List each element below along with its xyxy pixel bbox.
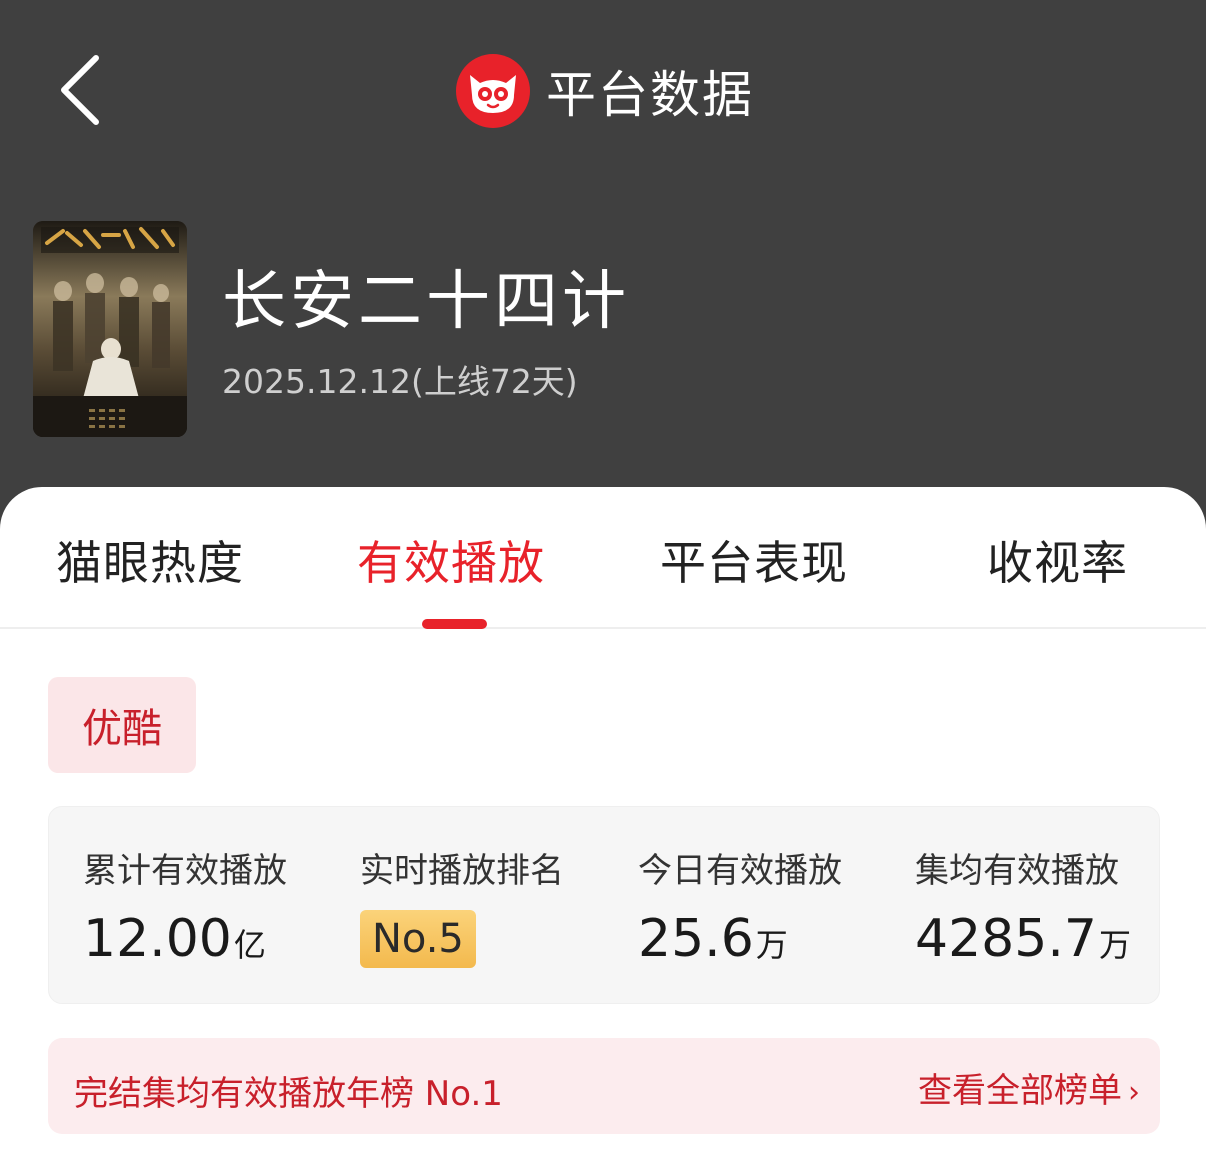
- header: 平台数据: [456, 54, 754, 128]
- stat-number: 4285.7: [915, 909, 1097, 969]
- stat-unit: 万: [1098, 926, 1131, 964]
- stat-label: 实时播放排名: [360, 851, 564, 891]
- poster-image: [33, 221, 187, 437]
- active-tab-indicator: [422, 619, 487, 629]
- view-all-label: 查看全部榜单: [918, 1071, 1122, 1111]
- tab-bar: 猫眼热度 有效播放 平台表现 收视率: [0, 487, 1206, 629]
- tab-platform-performance[interactable]: 平台表现: [660, 527, 848, 593]
- movie-poster[interactable]: [33, 221, 187, 437]
- stat-label: 集均有效播放: [915, 851, 1119, 891]
- page: 平台数据 长安二十四计 2025.12.12(上线72天) 猫眼热度 有效播放 …: [0, 0, 1206, 1161]
- ranking-banner[interactable]: 完结集均有效播放年榜 No.1 查看全部榜单 ›: [48, 1038, 1160, 1134]
- page-title: 平台数据: [546, 66, 754, 124]
- stats-card: 累计有效播放 12.00亿 实时播放排名 No.5 今日有效播放 25.6万 集…: [48, 806, 1160, 1004]
- stat-unit: 亿: [233, 926, 266, 964]
- tab-effective-plays[interactable]: 有效播放: [357, 527, 545, 593]
- stat-total-plays: 累计有效播放 12.00亿: [83, 843, 287, 974]
- content-panel: 猫眼热度 有效播放 平台表现 收视率 优酷 累计有效播放 12.00亿 实时播放…: [0, 487, 1206, 1161]
- stat-unit: 万: [755, 926, 788, 964]
- movie-title: 长安二十四计: [222, 265, 630, 339]
- rank-badge: No.5: [360, 910, 476, 968]
- tab-ratings[interactable]: 收视率: [987, 527, 1128, 593]
- stat-realtime-rank: 实时播放排名 No.5: [360, 843, 564, 968]
- back-button[interactable]: [52, 52, 112, 128]
- stat-label: 累计有效播放: [83, 851, 287, 891]
- chevron-left-icon: [61, 55, 99, 125]
- stat-today-plays: 今日有效播放 25.6万: [638, 843, 842, 974]
- chevron-right-icon: ›: [1128, 1075, 1140, 1110]
- banner-text: 完结集均有效播放年榜 No.1: [74, 1074, 503, 1114]
- stat-number: 25.6: [638, 909, 754, 969]
- stat-per-episode-plays: 集均有效播放 4285.7万: [915, 843, 1131, 974]
- stat-value: 4285.7万: [915, 910, 1131, 974]
- stat-label: 今日有效播放: [638, 851, 842, 891]
- maoyan-cat-logo: [456, 54, 530, 128]
- stat-number: 12.00: [83, 909, 232, 969]
- platform-chip-youku[interactable]: 优酷: [48, 677, 196, 773]
- view-all-rankings-link[interactable]: 查看全部榜单 ›: [918, 1063, 1140, 1112]
- stat-value: 12.00亿: [83, 910, 287, 974]
- stat-value: 25.6万: [638, 910, 842, 974]
- release-info: 2025.12.12(上线72天): [222, 362, 578, 401]
- tab-maoyan-heat[interactable]: 猫眼热度: [56, 527, 244, 593]
